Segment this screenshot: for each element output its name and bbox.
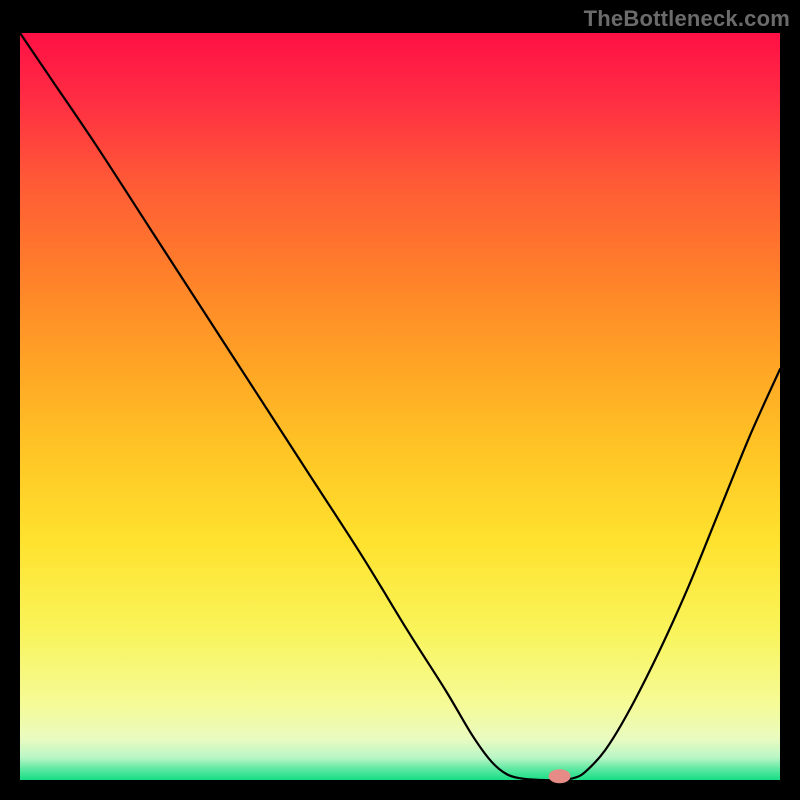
- optimal-point: [549, 769, 571, 783]
- chart-plot-area: [20, 33, 780, 780]
- bottleneck-chart: [0, 0, 800, 800]
- chart-container: TheBottleneck.com: [0, 0, 800, 800]
- attribution-label: TheBottleneck.com: [584, 6, 790, 32]
